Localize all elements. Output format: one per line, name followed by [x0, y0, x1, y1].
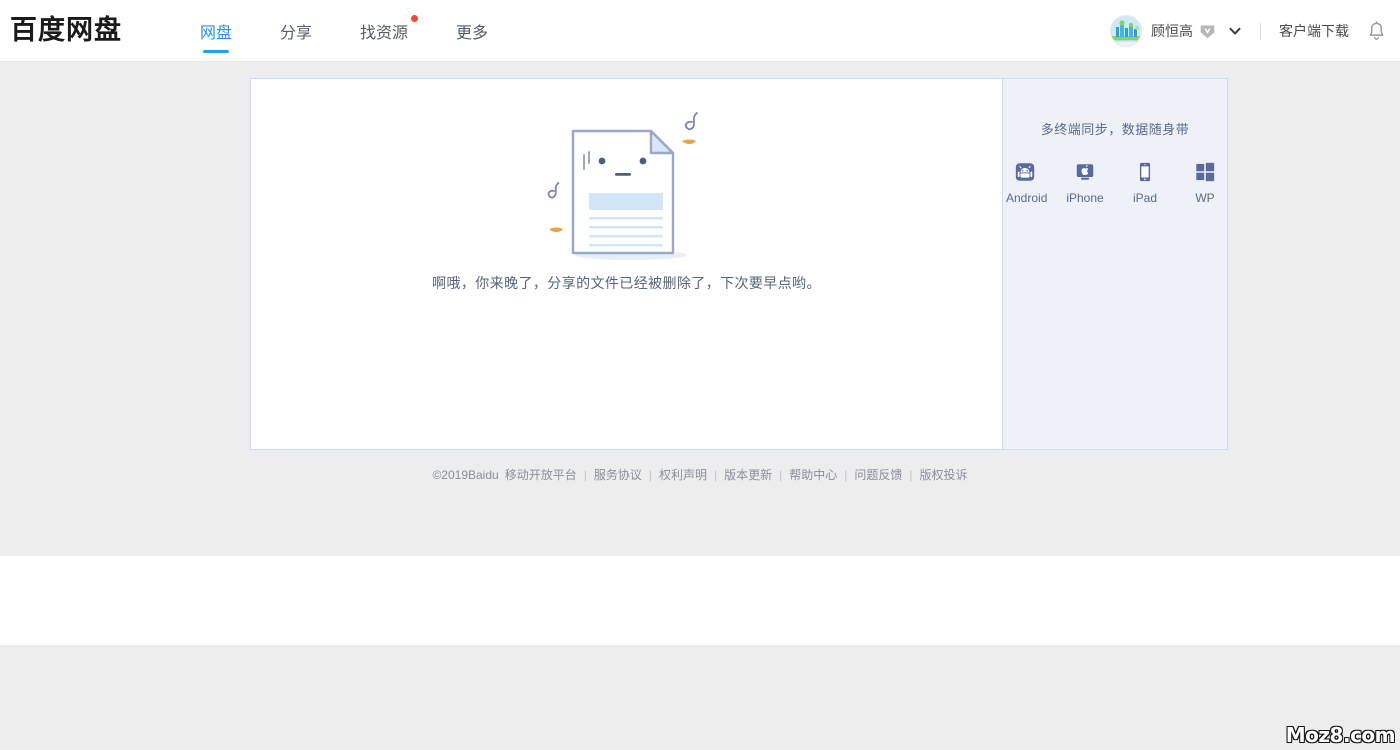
copyright-text: ©2019Baidu [432, 468, 499, 482]
footer-link-copyright-complaint[interactable]: 版权投诉 [920, 468, 968, 482]
nav-item-find-resources[interactable]: 找资源 [336, 0, 432, 62]
client-download-link[interactable]: 客户端下载 [1279, 21, 1349, 41]
app-icon-list: Android iPhone iPad WP [1003, 160, 1227, 205]
header-right-cluster: 顾恒高 客户端下载 [1110, 0, 1390, 62]
bell-icon[interactable] [1367, 20, 1386, 42]
site-header: 百度网盘 网盘 分享 找资源 更多 顾恒高 客户端下载 [0, 0, 1400, 62]
nav-item-more[interactable]: 更多 [432, 0, 512, 62]
footer-separator: | [713, 468, 718, 482]
footer-link-help-center[interactable]: 帮助中心 [789, 468, 837, 482]
footer-separator: | [583, 468, 587, 482]
footer-link-mobile-platform[interactable]: 移动开放平台 [505, 468, 577, 482]
app-download-sidebar: 多终端同步，数据随身带 Android iPhone iPad WP [1002, 78, 1228, 450]
nav-item-share[interactable]: 分享 [256, 0, 336, 62]
nav-item-wangpan[interactable]: 网盘 [176, 0, 256, 62]
app-download-iphone[interactable]: iPhone [1066, 160, 1104, 205]
header-divider [1260, 22, 1261, 40]
page-footer: ©2019Baidu 移动开放平台 | 服务协议 | 权利声明 | 版本更新 | 帮助中心 | 问题反… [0, 466, 1400, 483]
app-label: WP [1195, 191, 1215, 205]
nav-item-label: 分享 [280, 24, 313, 42]
ipad-icon [1126, 160, 1164, 184]
footer-separator: | [648, 468, 652, 482]
error-message: 啊哦，你来晚了，分享的文件已经被删除了，下次要早点哟。 [432, 275, 821, 291]
android-icon [1006, 160, 1044, 184]
footer-separator: | [779, 468, 783, 482]
footer-link-feedback[interactable]: 问题反馈 [854, 468, 902, 482]
deleted-file-document-icon [251, 107, 1002, 267]
app-download-ipad[interactable]: iPad [1126, 160, 1164, 205]
error-panel: 啊哦，你来晚了，分享的文件已经被删除了，下次要早点哟。 [250, 78, 1002, 450]
footer-link-rights-statement[interactable]: 权利声明 [659, 468, 707, 482]
vip-diamond-icon[interactable] [1199, 23, 1216, 40]
footer-link-service-agreement[interactable]: 服务协议 [594, 468, 642, 482]
windows-phone-icon [1186, 160, 1224, 184]
sidebar-title: 多终端同步，数据随身带 [1040, 122, 1190, 137]
username-label[interactable]: 顾恒高 [1151, 21, 1193, 41]
app-label: Android [1006, 191, 1048, 205]
iphone-icon [1066, 160, 1104, 184]
app-label: iPhone [1066, 191, 1104, 205]
main-nav: 网盘 分享 找资源 更多 [176, 0, 512, 62]
nav-item-label: 网盘 [200, 24, 233, 42]
footer-separator: | [909, 468, 913, 482]
nav-active-underline [203, 49, 229, 53]
footer-separator: | [844, 468, 848, 482]
app-label: iPad [1132, 191, 1158, 205]
watermark: Moz8.com [1285, 723, 1396, 747]
content-panel: 啊哦，你来晚了，分享的文件已经被删除了，下次要早点哟。 多终端同步，数据随身带 [250, 78, 1228, 450]
new-badge-dot-icon [411, 14, 419, 22]
nav-item-label: 找资源 [360, 24, 409, 42]
app-download-android[interactable]: Android [1006, 160, 1048, 205]
footer-link-version-update[interactable]: 版本更新 [724, 468, 772, 482]
chevron-down-icon[interactable] [1228, 24, 1242, 38]
bottom-white-band [0, 556, 1400, 645]
main-stage: 啊哦，你来晚了，分享的文件已经被删除了，下次要早点哟。 多终端同步，数据随身带 [0, 62, 1400, 556]
site-logo[interactable]: 百度网盘 [10, 17, 122, 44]
app-download-wp[interactable]: WP [1186, 160, 1224, 205]
avatar[interactable] [1110, 15, 1142, 47]
nav-item-label: 更多 [456, 24, 489, 42]
